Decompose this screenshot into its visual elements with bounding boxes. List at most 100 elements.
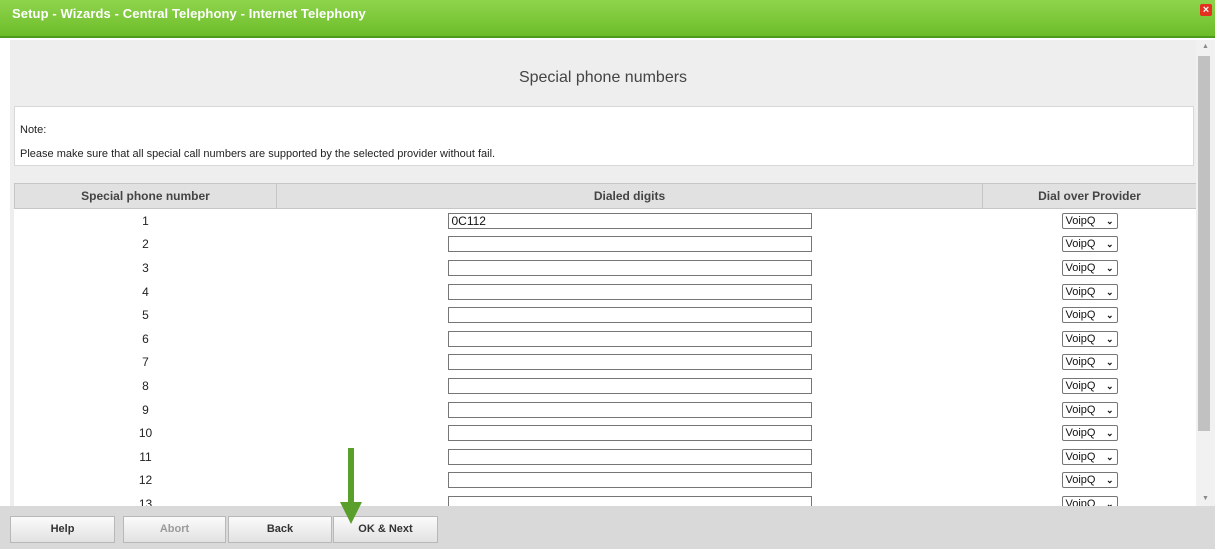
provider-select-value: VoipQ [1065,450,1096,463]
table-row: 7 VoipQ ⌄ [14,350,1196,375]
table-row: 11 VoipQ ⌄ [14,444,1196,469]
dialed-digits-input[interactable] [447,495,812,506]
table-row: 8 VoipQ ⌄ [14,374,1196,398]
dialed-digits-input[interactable] [447,330,812,347]
chevron-down-icon: ⌄ [1105,310,1114,321]
table-row: 4 VoipQ ⌄ [14,279,1196,304]
chevron-down-icon: ⌄ [1105,498,1114,506]
column-header-special-number: Special phone number [14,183,277,209]
special-number-cell: 9 [14,397,277,422]
provider-cell: VoipQ ⌄ [982,232,1196,257]
provider-cell: VoipQ ⌄ [982,492,1196,506]
vertical-scrollbar[interactable]: ▲ ▼ [1196,40,1215,506]
dialed-digits-cell [276,421,983,445]
dialed-digits-input[interactable] [447,307,812,324]
chevron-down-icon: ⌄ [1105,215,1114,226]
chevron-down-icon: ⌄ [1105,333,1114,344]
provider-cell: VoipQ ⌄ [982,279,1196,304]
provider-select[interactable]: VoipQ ⌄ [1061,377,1118,394]
special-number-cell: 8 [14,374,277,398]
dialed-digits-input[interactable] [447,236,812,253]
special-number-cell: 12 [14,468,277,493]
provider-cell: VoipQ ⌄ [982,350,1196,375]
provider-select[interactable]: VoipQ ⌄ [1061,401,1118,418]
table-row: 5 VoipQ ⌄ [14,303,1196,327]
provider-cell: VoipQ ⌄ [982,468,1196,493]
provider-select[interactable]: VoipQ ⌄ [1061,259,1118,276]
provider-select[interactable]: VoipQ ⌄ [1061,236,1118,253]
provider-select[interactable]: VoipQ ⌄ [1061,354,1118,371]
dialed-digits-input[interactable] [447,401,812,418]
special-number-cell: 2 [14,232,277,257]
provider-select-value: VoipQ [1065,261,1096,274]
provider-select[interactable]: VoipQ ⌄ [1061,495,1118,506]
scroll-down-icon[interactable]: ▼ [1196,492,1215,506]
provider-select-value: VoipQ [1065,427,1096,440]
close-icon[interactable]: × [1200,4,1212,16]
special-number-cell: 1 [14,208,277,233]
dialed-digits-input[interactable] [447,259,812,276]
chevron-down-icon: ⌄ [1105,404,1114,415]
scroll-up-icon[interactable]: ▲ [1196,40,1215,54]
provider-select[interactable]: VoipQ ⌄ [1061,425,1118,442]
provider-select-value: VoipQ [1065,214,1096,227]
provider-select-value: VoipQ [1065,332,1096,345]
chevron-down-icon: ⌄ [1105,428,1114,439]
provider-select[interactable]: VoipQ ⌄ [1061,307,1118,324]
special-number-cell: 11 [14,444,277,469]
provider-select[interactable]: VoipQ ⌄ [1061,212,1118,229]
dialed-digits-input[interactable] [447,283,812,300]
button-bar: Help Abort Back OK & Next [0,506,1215,549]
provider-cell: VoipQ ⌄ [982,397,1196,422]
note-label: Note: [20,124,47,136]
help-button[interactable]: Help [10,516,115,543]
provider-select-value: VoipQ [1065,238,1096,251]
special-number-cell: 6 [14,326,277,351]
dialed-digits-input[interactable] [447,425,812,442]
special-number-cell: 10 [14,421,277,445]
provider-select-value: VoipQ [1065,309,1096,322]
window-title: Setup - Wizards - Central Telephony - In… [12,6,366,21]
dialed-digits-cell [276,350,983,375]
provider-select-value: VoipQ [1065,356,1096,369]
special-number-cell: 4 [14,279,277,304]
scrollbar-thumb[interactable] [1198,56,1210,431]
table-row: 3 VoipQ ⌄ [14,256,1196,280]
back-button[interactable]: Back [228,516,332,543]
arrow-down-icon [340,448,362,524]
provider-select-value: VoipQ [1065,379,1096,392]
title-bar: Setup - Wizards - Central Telephony - In… [0,0,1215,38]
special-numbers-table: Special phone number Dialed digits Dial … [14,183,1196,506]
special-number-cell: 7 [14,350,277,375]
dialed-digits-input[interactable] [447,448,812,465]
table-row: 9 VoipQ ⌄ [14,397,1196,422]
chevron-down-icon: ⌄ [1105,380,1114,391]
dialed-digits-cell [276,256,983,280]
dialed-digits-cell [276,397,983,422]
provider-select[interactable]: VoipQ ⌄ [1061,448,1118,465]
provider-select[interactable]: VoipQ ⌄ [1061,283,1118,300]
provider-cell: VoipQ ⌄ [982,444,1196,469]
provider-cell: VoipQ ⌄ [982,421,1196,445]
provider-select[interactable]: VoipQ ⌄ [1061,330,1118,347]
provider-select-value: VoipQ [1065,497,1096,506]
provider-select-value: VoipQ [1065,285,1096,298]
abort-button[interactable]: Abort [123,516,226,543]
dialed-digits-input[interactable] [447,212,812,229]
provider-cell: VoipQ ⌄ [982,303,1196,327]
provider-cell: VoipQ ⌄ [982,208,1196,233]
chevron-down-icon: ⌄ [1105,262,1114,273]
dialed-digits-input[interactable] [447,377,812,394]
chevron-down-icon: ⌄ [1105,475,1114,486]
dialed-digits-cell [276,232,983,257]
provider-select[interactable]: VoipQ ⌄ [1061,472,1118,489]
dialed-digits-cell [276,279,983,304]
special-number-cell: 13 [14,492,277,506]
note-text: Please make sure that all special call n… [20,148,496,160]
dialed-digits-input[interactable] [447,472,812,489]
dialed-digits-input[interactable] [447,354,812,371]
column-header-dial-over-provider: Dial over Provider [982,183,1196,209]
chevron-down-icon: ⌄ [1105,451,1114,462]
dialed-digits-cell [276,208,983,233]
dialed-digits-cell [276,444,983,469]
